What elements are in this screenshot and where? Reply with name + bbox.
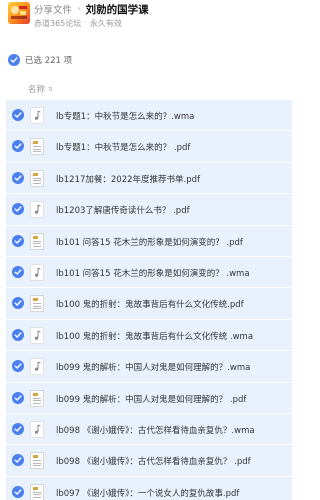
document-file-icon [30, 389, 44, 407]
check-icon [14, 363, 22, 369]
file-name[interactable]: lb097 《谢小娥传》：一个说女人的复仇故事.pdf [56, 487, 286, 499]
file-row[interactable]: lb099 鬼的解析：中国人对鬼是如何理解的？ .pdf [6, 382, 292, 414]
check-icon [14, 300, 22, 307]
file-name[interactable]: lb099 鬼的解析：中国人对鬼是如何理解的？.wma [56, 361, 286, 373]
share-meta: 赤道365论坛 · 永久有效 [34, 18, 122, 29]
file-row[interactable]: lb100 鬼的折射：鬼故事背后有什么文化传统 .wma [6, 319, 292, 352]
select-all-checkbox[interactable] [8, 54, 20, 66]
avatar-image-icon [11, 6, 27, 19]
row-checkbox[interactable] [12, 454, 24, 467]
file-name[interactable]: lb101 问答15 花木兰的形象是如何演变的？ .pdf [56, 236, 286, 248]
share-page: 分享文件 › 刘勍的国学课 赤道365论坛 · 永久有效 已选 221 项 名称… [0, 0, 296, 500]
row-checkbox[interactable] [12, 109, 24, 121]
row-checkbox[interactable] [12, 234, 24, 247]
audio-file-icon [30, 358, 44, 376]
column-name-header[interactable]: 名称 ⇅ [28, 83, 53, 95]
check-icon [14, 426, 22, 432]
check-icon [10, 57, 18, 63]
file-name[interactable]: lb专题1：中秋节是怎么来的？.wma [56, 110, 286, 122]
file-row[interactable]: lb098 《谢小娥传》：古代怎样看待血亲复仇？.wma [6, 413, 292, 446]
breadcrumb: 分享文件 › 刘勍的国学课 [34, 2, 149, 17]
row-checkbox[interactable] [12, 360, 24, 373]
meta-separator: · [84, 18, 87, 27]
audio-file-icon [30, 420, 44, 438]
check-icon [14, 237, 22, 244]
selection-bar: 已选 221 项 [8, 54, 72, 66]
file-row[interactable]: lb101 问答15 花木兰的形象是如何演变的？ .wma [6, 256, 292, 289]
row-checkbox[interactable] [12, 140, 24, 153]
audio-file-icon [30, 326, 44, 344]
audio-file-icon [30, 201, 44, 219]
file-row[interactable]: lb101 问答15 花木兰的形象是如何演变的？ .pdf [6, 225, 292, 257]
file-name[interactable]: lb099 鬼的解析：中国人对鬼是如何理解的？ .pdf [56, 393, 286, 405]
document-file-icon [30, 452, 44, 470]
file-list: lb专题1：中秋节是怎么来的？.wma lb专题1：中秋节是怎么来的？ .pdf l… [6, 100, 292, 500]
document-file-icon [30, 169, 44, 187]
audio-file-icon [30, 263, 44, 281]
row-checkbox[interactable] [12, 203, 24, 216]
share-validity: 永久有效 [89, 19, 122, 28]
check-icon [14, 457, 22, 463]
file-name[interactable]: lb101 问答15 花木兰的形象是如何演变的？ .wma [56, 267, 286, 279]
file-row[interactable]: lb100 鬼的折射：鬼故事背后有什么文化传统.pdf [6, 288, 292, 320]
file-row[interactable]: lb097 《谢小娥传》：一个说女人的复仇故事.pdf [6, 476, 292, 500]
row-checkbox[interactable] [12, 485, 24, 498]
document-file-icon [30, 138, 44, 156]
document-file-icon [30, 483, 44, 500]
check-icon [14, 143, 22, 150]
column-header: 名称 ⇅ [0, 78, 296, 100]
row-checkbox[interactable] [12, 391, 24, 404]
row-checkbox[interactable] [12, 422, 24, 435]
check-icon [14, 488, 22, 495]
file-name[interactable]: lb098 《谢小娥传》：古代怎样看待血亲复仇？.wma [56, 424, 286, 436]
document-file-icon [30, 232, 44, 250]
document-file-icon [30, 295, 44, 313]
share-source[interactable]: 赤道365论坛 [34, 18, 81, 29]
file-name[interactable]: lb专题1：中秋节是怎么来的？ .pdf [56, 141, 286, 153]
row-checkbox[interactable] [12, 297, 24, 310]
check-icon [14, 175, 22, 181]
row-checkbox[interactable] [12, 328, 24, 341]
file-name[interactable]: lb100 鬼的折射：鬼故事背后有什么文化传统 .wma [56, 330, 286, 342]
file-name[interactable]: lb098 《谢小娥传》：古代怎样看待血亲复仇？ .pdf [56, 455, 286, 467]
breadcrumb-share-files[interactable]: 分享文件 [34, 2, 72, 16]
row-checkbox[interactable] [12, 265, 24, 278]
check-icon [14, 332, 22, 338]
column-name-label: 名称 [28, 85, 46, 95]
file-row[interactable]: lb099 鬼的解析：中国人对鬼是如何理解的？.wma [6, 351, 292, 383]
selected-count: 已选 221 项 [25, 56, 73, 66]
file-row[interactable]: lb专题1：中秋节是怎么来的？.wma [6, 100, 292, 132]
check-icon [14, 112, 22, 118]
file-name[interactable]: lb1203了解唐传奇读什么书？ .pdf [56, 204, 286, 216]
file-row[interactable]: lb098 《谢小娥传》：古代怎样看待血亲复仇？ .pdf [6, 445, 292, 477]
breadcrumb-separator: › [77, 4, 81, 14]
check-icon [14, 269, 22, 275]
row-checkbox[interactable] [12, 171, 24, 184]
file-name[interactable]: lb1217加餐：2022年度推荐书单.pdf [56, 173, 286, 185]
check-icon [14, 394, 22, 401]
file-name[interactable]: lb100 鬼的折射：鬼故事背后有什么文化传统.pdf [56, 298, 286, 310]
audio-file-icon [30, 107, 44, 124]
check-icon [14, 206, 22, 212]
avatar [8, 2, 30, 24]
file-row[interactable]: lb1217加餐：2022年度推荐书单.pdf [6, 162, 292, 195]
file-row[interactable]: lb1203了解唐传奇读什么书？ .pdf [6, 194, 292, 226]
sort-icon: ⇅ [48, 85, 54, 93]
share-header: 分享文件 › 刘勍的国学课 赤道365论坛 · 永久有效 [0, 0, 296, 40]
file-row[interactable]: lb专题1：中秋节是怎么来的？ .pdf [6, 131, 292, 163]
folder-title: 刘勍的国学课 [85, 3, 149, 16]
